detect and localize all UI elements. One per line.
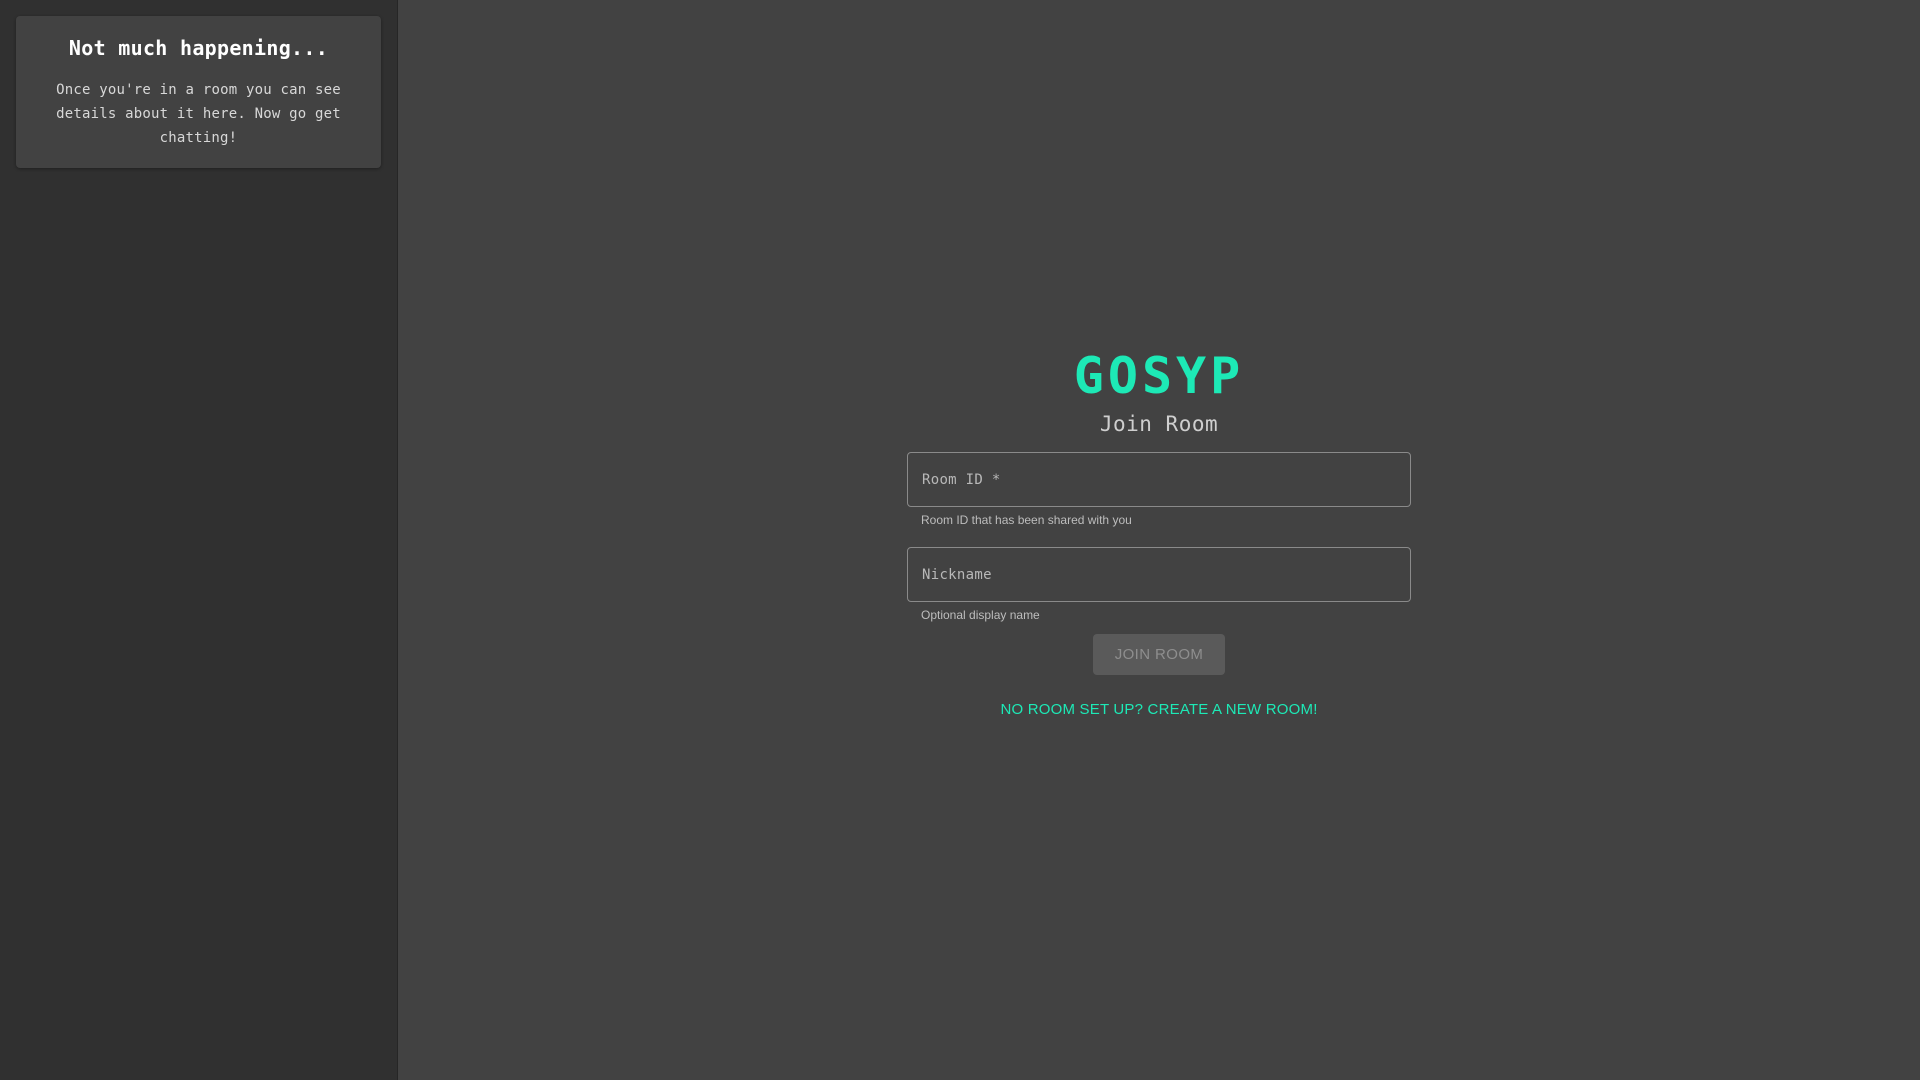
main-area: GOSYP Join Room Room ID * Room ID that h… [398, 0, 1920, 1080]
room-info-card: Not much happening... Once you're in a r… [16, 16, 381, 168]
join-room-button[interactable]: JOIN ROOM [1093, 634, 1225, 675]
room-id-input[interactable] [908, 453, 1410, 506]
nickname-input-box[interactable]: Nickname [907, 547, 1411, 602]
info-card-text: Once you're in a room you can see detail… [56, 82, 341, 146]
nickname-input[interactable] [908, 548, 1410, 601]
join-room-form: GOSYP Join Room Room ID * Room ID that h… [907, 348, 1411, 718]
page-title: Join Room [1099, 412, 1219, 436]
room-id-input-box[interactable]: Room ID * [907, 452, 1411, 507]
create-room-link[interactable]: NO ROOM SET UP? CREATE A NEW ROOM! [907, 701, 1411, 718]
room-id-helper-text: Room ID that has been shared with you [921, 513, 1132, 527]
room-id-field: Room ID * Room ID that has been shared w… [907, 452, 1411, 527]
brand-logo: GOSYP [1073, 347, 1245, 405]
nickname-helper-text: Optional display name [921, 608, 1040, 622]
nickname-field: Nickname Optional display name [907, 547, 1411, 622]
info-card-title: Not much happening... [68, 36, 329, 60]
app-root: Not much happening... Once you're in a r… [0, 0, 1920, 1080]
sidebar: Not much happening... Once you're in a r… [0, 0, 398, 1080]
